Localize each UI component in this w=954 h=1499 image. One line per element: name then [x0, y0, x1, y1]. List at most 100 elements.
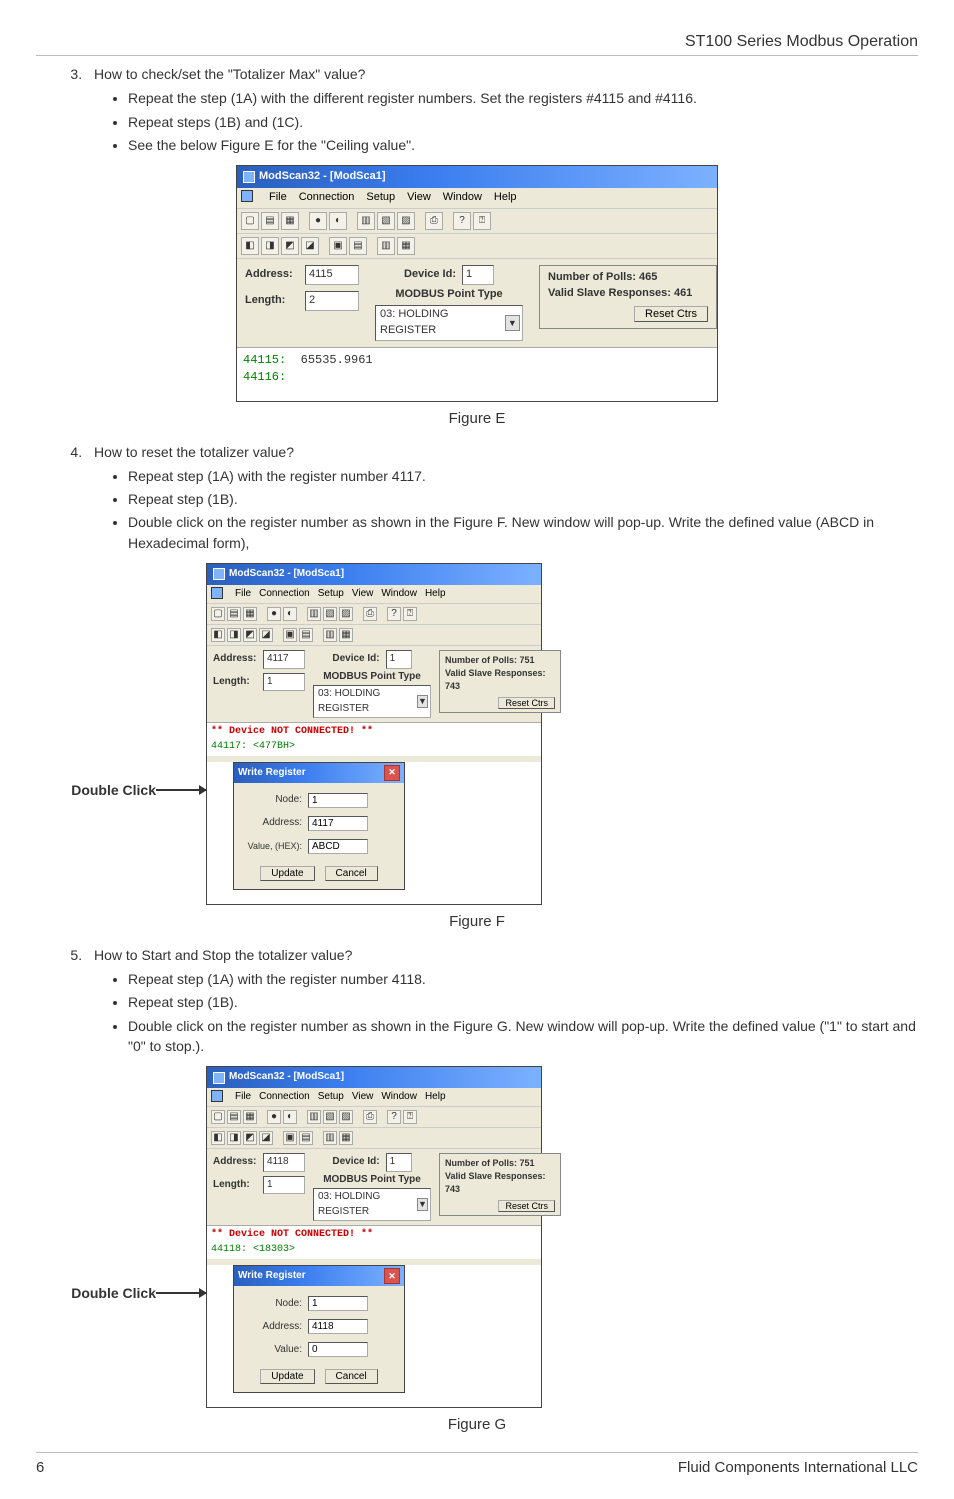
- tb-open-icon[interactable]: ▤: [227, 607, 241, 621]
- tb2-h-icon[interactable]: ▦: [339, 628, 353, 642]
- device-id-input[interactable]: 1: [386, 1153, 412, 1172]
- tb-icon-c[interactable]: ▨: [339, 607, 353, 621]
- device-id-input[interactable]: 1: [462, 265, 494, 285]
- dlg-address-input[interactable]: [308, 1319, 368, 1334]
- tb-whatsthis-icon[interactable]: ⍰: [403, 607, 417, 621]
- device-id-input[interactable]: 1: [386, 650, 412, 669]
- data-area[interactable]: ** Device NOT CONNECTED! ** 44117: <477B…: [207, 722, 541, 756]
- tb-icon-b[interactable]: ▧: [323, 607, 337, 621]
- reset-ctrs-button[interactable]: Reset Ctrs: [634, 306, 708, 322]
- tb-help-icon[interactable]: ?: [387, 1110, 401, 1124]
- menu-setup[interactable]: Setup: [318, 587, 344, 602]
- menu-file[interactable]: File: [235, 1090, 251, 1105]
- menu-view[interactable]: View: [407, 190, 431, 206]
- menu-help[interactable]: Help: [425, 587, 446, 602]
- length-input[interactable]: 1: [263, 673, 305, 692]
- close-icon[interactable]: ✕: [384, 1268, 400, 1284]
- menu-connection[interactable]: Connection: [259, 587, 310, 602]
- tb2-d-icon[interactable]: ◪: [259, 1131, 273, 1145]
- tb-connect-icon[interactable]: ●: [267, 607, 281, 621]
- menu-view[interactable]: View: [352, 587, 374, 602]
- menu-connection[interactable]: Connection: [299, 190, 355, 206]
- tb-whatsthis-icon[interactable]: ⍰: [403, 1110, 417, 1124]
- point-type-select[interactable]: 03: HOLDING REGISTER ▼: [313, 1188, 431, 1221]
- tb-connect-icon[interactable]: ●: [309, 212, 327, 230]
- tb-help-icon[interactable]: ?: [387, 607, 401, 621]
- tb2-c-icon[interactable]: ◩: [243, 1131, 257, 1145]
- tb-icon-a[interactable]: ▥: [307, 607, 321, 621]
- reset-ctrs-button[interactable]: Reset Ctrs: [498, 697, 555, 709]
- tb2-f-icon[interactable]: ▤: [299, 628, 313, 642]
- tb-disconnect-icon[interactable]: ◐: [329, 212, 347, 230]
- tb2-h-icon[interactable]: ▦: [397, 237, 415, 255]
- menu-file[interactable]: File: [269, 190, 287, 206]
- menu-window[interactable]: Window: [381, 587, 417, 602]
- tb-icon-a[interactable]: ▥: [357, 212, 375, 230]
- tb2-b-icon[interactable]: ◨: [261, 237, 279, 255]
- tb2-c-icon[interactable]: ◩: [281, 237, 299, 255]
- data-area[interactable]: ** Device NOT CONNECTED! ** 44118: <1830…: [207, 1225, 541, 1259]
- menu-setup[interactable]: Setup: [366, 190, 395, 206]
- tb2-c-icon[interactable]: ◩: [243, 628, 257, 642]
- tb-print-icon[interactable]: ⎙: [425, 212, 443, 230]
- menu-connection[interactable]: Connection: [259, 1090, 310, 1105]
- node-input[interactable]: [308, 1296, 368, 1311]
- tb2-g-icon[interactable]: ▥: [323, 1131, 337, 1145]
- tb-save-icon[interactable]: ▦: [243, 1110, 257, 1124]
- tb2-d-icon[interactable]: ◪: [259, 628, 273, 642]
- menu-window[interactable]: Window: [443, 190, 482, 206]
- tb-open-icon[interactable]: ▤: [227, 1110, 241, 1124]
- tb-save-icon[interactable]: ▦: [243, 607, 257, 621]
- address-input[interactable]: 4117: [263, 650, 305, 669]
- tb2-b-icon[interactable]: ◨: [227, 628, 241, 642]
- tb2-b-icon[interactable]: ◨: [227, 1131, 241, 1145]
- menu-help[interactable]: Help: [425, 1090, 446, 1105]
- point-type-select[interactable]: 03: HOLDING REGISTER ▼: [313, 685, 431, 718]
- menu-file[interactable]: File: [235, 587, 251, 602]
- tb-whatsthis-icon[interactable]: ⍰: [473, 212, 491, 230]
- dlg-address-input[interactable]: [308, 816, 368, 831]
- value-input[interactable]: [308, 1342, 368, 1357]
- node-input[interactable]: [308, 793, 368, 808]
- length-input[interactable]: 2: [305, 291, 359, 311]
- tb2-g-icon[interactable]: ▥: [323, 628, 337, 642]
- tb2-f-icon[interactable]: ▤: [299, 1131, 313, 1145]
- tb2-a-icon[interactable]: ◧: [211, 628, 225, 642]
- tb2-f-icon[interactable]: ▤: [349, 237, 367, 255]
- menu-help[interactable]: Help: [494, 190, 517, 206]
- tb-new-icon[interactable]: ▢: [241, 212, 259, 230]
- tb2-e-icon[interactable]: ▣: [329, 237, 347, 255]
- tb2-d-icon[interactable]: ◪: [301, 237, 319, 255]
- tb-icon-c[interactable]: ▨: [339, 1110, 353, 1124]
- tb2-g-icon[interactable]: ▥: [377, 237, 395, 255]
- tb-icon-c[interactable]: ▨: [397, 212, 415, 230]
- tb-icon-a[interactable]: ▥: [307, 1110, 321, 1124]
- menu-window[interactable]: Window: [381, 1090, 417, 1105]
- tb-icon-b[interactable]: ▧: [377, 212, 395, 230]
- point-type-select[interactable]: 03: HOLDING REGISTER ▼: [375, 305, 523, 341]
- tb-print-icon[interactable]: ⎙: [363, 607, 377, 621]
- tb-disconnect-icon[interactable]: ◐: [283, 1110, 297, 1124]
- tb-new-icon[interactable]: ▢: [211, 1110, 225, 1124]
- menu-view[interactable]: View: [352, 1090, 374, 1105]
- tb-new-icon[interactable]: ▢: [211, 607, 225, 621]
- tb-connect-icon[interactable]: ●: [267, 1110, 281, 1124]
- length-input[interactable]: 1: [263, 1176, 305, 1195]
- tb-disconnect-icon[interactable]: ◐: [283, 607, 297, 621]
- address-input[interactable]: 4118: [263, 1153, 305, 1172]
- tb2-a-icon[interactable]: ◧: [241, 237, 259, 255]
- value-input[interactable]: [308, 839, 368, 854]
- tb2-e-icon[interactable]: ▣: [283, 628, 297, 642]
- data-area[interactable]: 44115: 65535.9961 44116:: [237, 347, 717, 401]
- cancel-button[interactable]: Cancel: [325, 866, 378, 881]
- tb2-h-icon[interactable]: ▦: [339, 1131, 353, 1145]
- reset-ctrs-button[interactable]: Reset Ctrs: [498, 1200, 555, 1212]
- update-button[interactable]: Update: [260, 1369, 314, 1384]
- cancel-button[interactable]: Cancel: [325, 1369, 378, 1384]
- address-input[interactable]: 4115: [305, 265, 359, 285]
- menu-setup[interactable]: Setup: [318, 1090, 344, 1105]
- close-icon[interactable]: ✕: [384, 765, 400, 781]
- tb2-e-icon[interactable]: ▣: [283, 1131, 297, 1145]
- update-button[interactable]: Update: [260, 866, 314, 881]
- tb-print-icon[interactable]: ⎙: [363, 1110, 377, 1124]
